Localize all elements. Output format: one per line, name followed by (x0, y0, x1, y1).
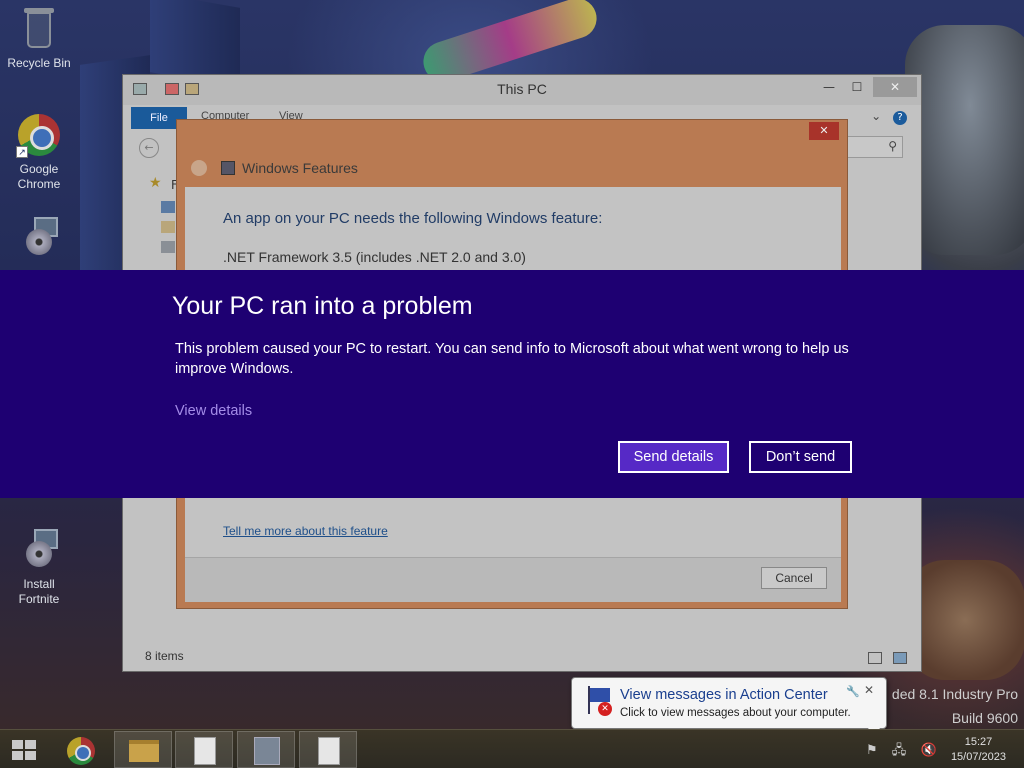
dont-send-button[interactable]: Don’t send (749, 441, 852, 473)
minimize-button[interactable]: — (817, 77, 841, 97)
chrome-icon: ↗ (16, 112, 62, 158)
desktop-icon-label: Install Fortnite (18, 577, 60, 606)
expand-ribbon-icon[interactable]: ⌄ (871, 109, 881, 123)
chrome-icon (67, 737, 95, 765)
folder-icon (129, 740, 159, 762)
toast-settings-icon[interactable]: 🔧 (846, 685, 860, 698)
document-icon (194, 737, 216, 765)
taskbar-clock[interactable]: 15:27 15/07/2023 (951, 735, 1006, 765)
send-details-button[interactable]: Send details (618, 441, 729, 473)
windows-build-watermark: Build 9600 (951, 710, 1018, 726)
shortcut-arrow-icon: ↗ (16, 146, 28, 158)
toast-close-icon[interactable]: ✕ (864, 683, 874, 697)
details-view-icon[interactable] (867, 652, 882, 664)
dialog-heading: An app on your PC needs the following Wi… (223, 210, 603, 227)
favorites-star-icon: ★ (149, 175, 162, 191)
action-center-flag-icon[interactable]: ⚑ (866, 743, 878, 758)
wallpaper-character-arm (905, 560, 1024, 680)
desktop-icon-google-chrome[interactable]: ↗ Google Chrome (0, 112, 78, 192)
large-icons-view-icon[interactable] (893, 652, 907, 664)
taskbar-chrome-button[interactable] (52, 731, 110, 768)
windows-edition-watermark: ded 8.1 Industry Pro (891, 686, 1018, 702)
close-button[interactable]: ✕ (873, 77, 917, 97)
toast-subtitle: Click to view messages about your comput… (620, 707, 851, 719)
nav-item-icon[interactable] (161, 201, 175, 213)
view-switcher (862, 649, 907, 668)
nav-item-icon[interactable] (161, 221, 175, 233)
taskbar-document-button[interactable] (175, 731, 233, 768)
taskbar-document-button[interactable] (299, 731, 357, 768)
maximize-button[interactable]: ☐ (845, 77, 869, 97)
window-title: This PC (497, 81, 547, 97)
problem-message: This problem caused your PC to restart. … (175, 341, 849, 377)
network-icon[interactable]: 🖧 (892, 743, 907, 758)
desktop-icon-recycle-bin[interactable]: Recycle Bin (0, 6, 78, 71)
clock-date: 15/07/2023 (950, 751, 1006, 763)
status-item-count: 8 items (145, 649, 184, 663)
dialog-footer: Cancel (185, 557, 841, 602)
error-badge-icon: ✕ (598, 702, 612, 716)
search-icon: ⚲ (888, 139, 897, 153)
action-center-flag-icon: ✕ (584, 686, 612, 716)
pc-problem-dialog: Your PC ran into a problem This problem … (0, 270, 1024, 498)
problem-title: Your PC ran into a problem (172, 292, 473, 320)
taskbar-file-explorer-button[interactable] (114, 731, 172, 768)
recycle-bin-icon (16, 6, 62, 52)
desktop-icon-install-fortnite[interactable]: Install Fortnite (0, 527, 78, 607)
back-button[interactable]: ← (139, 138, 159, 158)
installer-icon (16, 215, 62, 261)
desktop-icon-label: Recycle Bin (7, 56, 71, 70)
view-details-link[interactable]: View details (175, 403, 252, 419)
taskbar-installer-button[interactable] (237, 731, 295, 768)
nav-item-icon[interactable] (161, 241, 175, 253)
volume-muted-icon[interactable]: 🔇 (920, 743, 936, 758)
system-tray: ⚑ 🖧 🔇 (866, 741, 947, 763)
start-button[interactable] (12, 740, 36, 760)
dialog-close-button[interactable]: ✕ (809, 122, 839, 140)
required-feature-name: .NET Framework 3.5 (includes .NET 2.0 an… (223, 249, 526, 265)
explorer-titlebar[interactable]: This PC — ☐ ✕ (123, 75, 921, 105)
ribbon-controls: ⌄ ? (871, 109, 907, 125)
taskbar: ⚑ 🖧 🔇 15:27 15/07/2023 (0, 729, 1024, 768)
help-icon[interactable]: ? (893, 111, 907, 125)
installer-icon (254, 737, 280, 765)
document-icon (318, 737, 340, 765)
toast-title: View messages in Action Center (620, 687, 828, 703)
cancel-button[interactable]: Cancel (761, 567, 827, 589)
action-center-toast[interactable]: ✕ View messages in Action Center Click t… (571, 677, 887, 736)
dialog-title: Windows Features (242, 160, 358, 176)
wallpaper-character (905, 25, 1024, 255)
windows-features-icon (221, 161, 235, 175)
desktop-icon-label: Google Chrome (17, 162, 61, 191)
installer-icon (16, 527, 62, 573)
tell-me-more-link[interactable]: Tell me more about this feature (223, 524, 388, 538)
clock-time: 15:27 (964, 736, 993, 748)
search-input[interactable]: ⚲ (843, 136, 903, 158)
back-arrow-icon[interactable] (191, 160, 207, 176)
desktop-icon-install-fortnite-partial[interactable] (0, 215, 78, 265)
